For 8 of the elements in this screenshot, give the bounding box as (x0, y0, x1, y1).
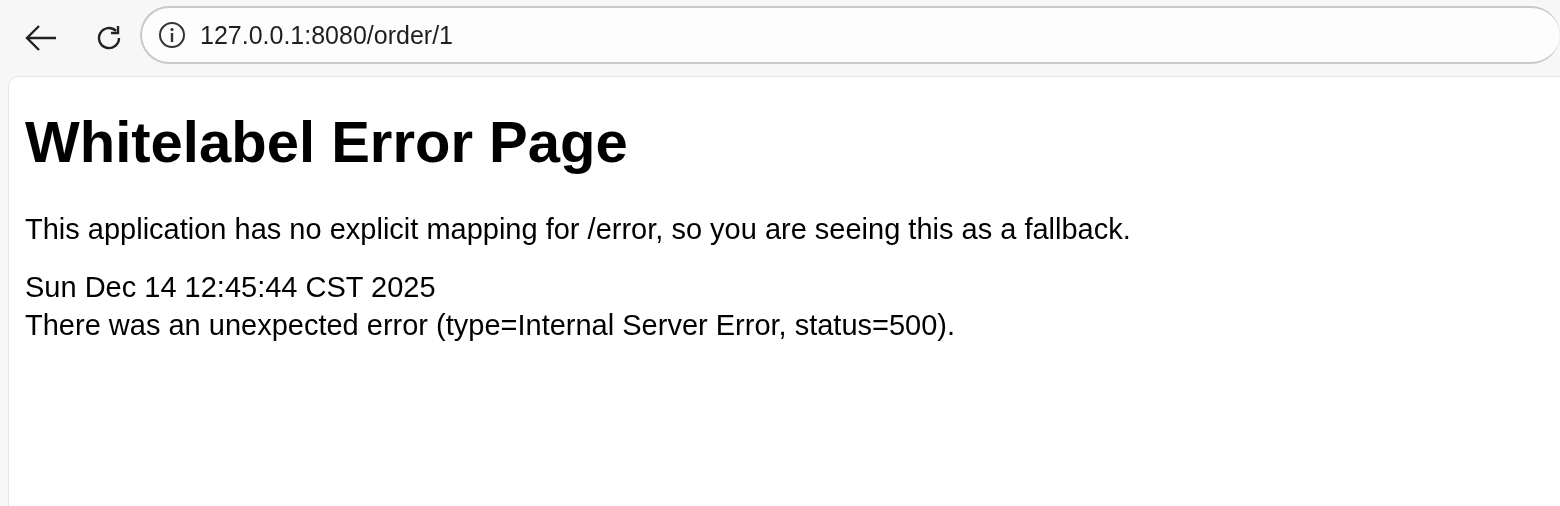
info-icon (158, 21, 186, 49)
back-arrow-icon (24, 24, 58, 52)
error-message: This application has no explicit mapping for /error, so you are seeing this as a fallback. (25, 212, 1132, 246)
error-detail: Sun Dec 14 12:45:44 CST 2025 (25, 269, 437, 305)
address-bar[interactable]: 127.0.0.1:8080/order/1 (140, 6, 1560, 64)
url-text: 127.0.0.1:8080/order/1 (200, 20, 453, 50)
error-detail: There was an unexpected error (type=Internal Server Error, status=500). (25, 307, 957, 343)
page-title: Whitelabel Error Page (25, 108, 629, 176)
